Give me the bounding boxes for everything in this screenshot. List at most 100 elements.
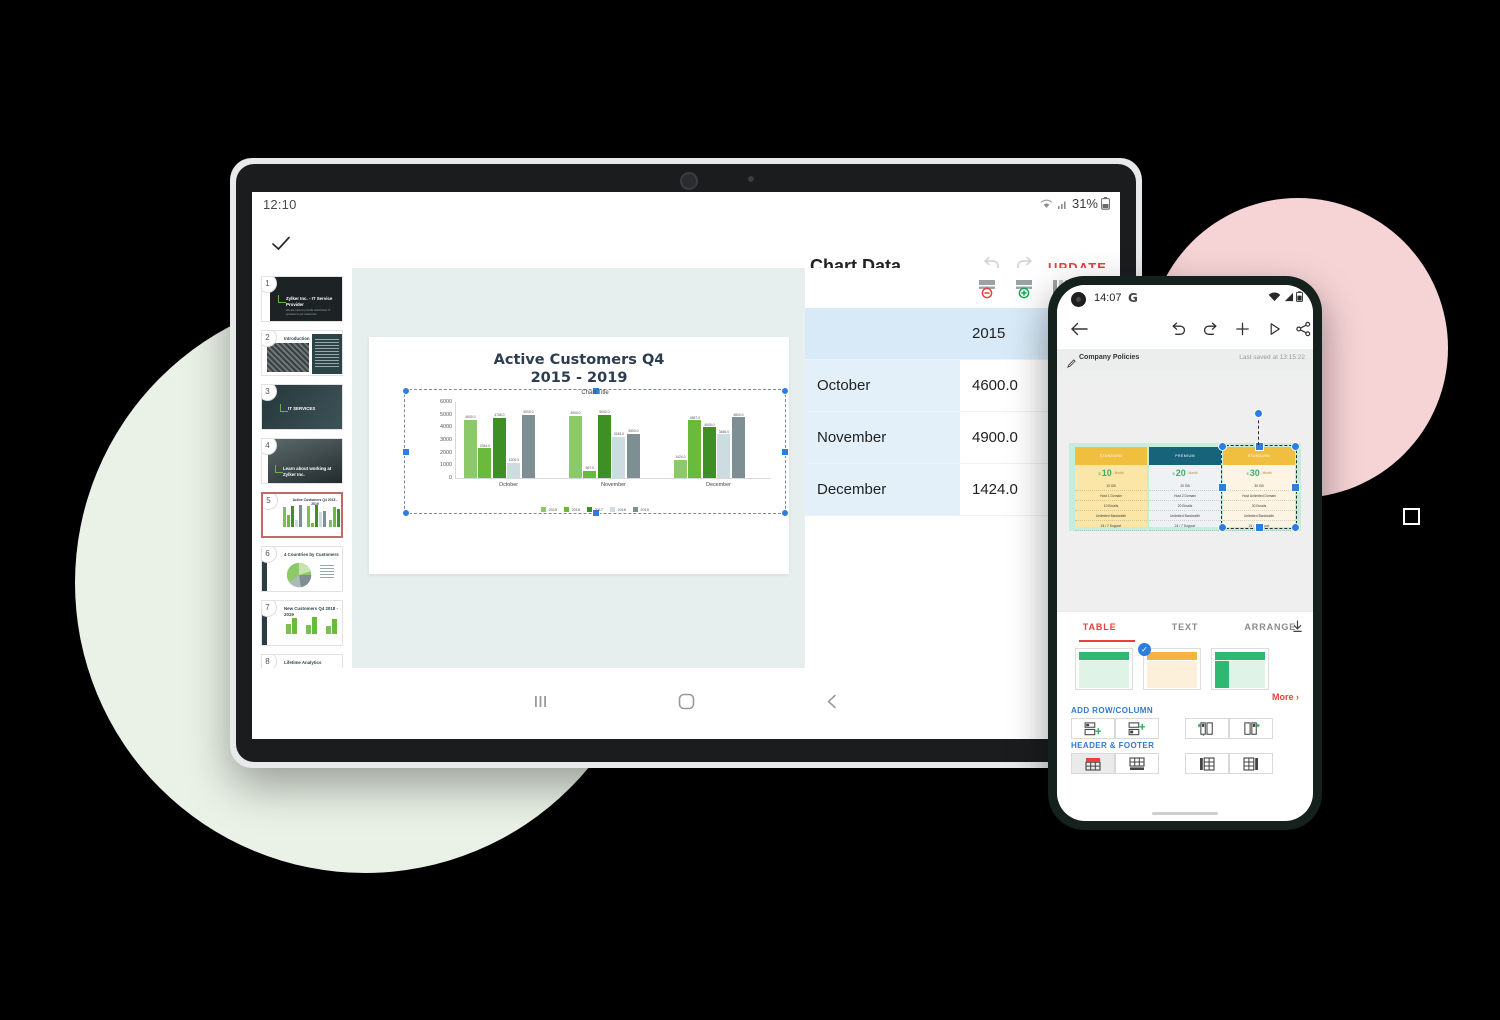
chart-bar-value-label: 2344.0 [479,443,491,448]
insert-row-above-button[interactable] [1071,718,1115,739]
confirm-button[interactable] [270,232,292,259]
insert-row-below-icon [1128,721,1145,735]
footer-column-button[interactable] [1229,753,1273,774]
phone-home-indicator[interactable] [1152,812,1218,815]
table-style-green[interactable] [1075,648,1133,690]
plus-icon [1236,322,1249,336]
delete-row-button[interactable] [976,277,998,304]
table-cell-label[interactable] [805,308,960,359]
slide-thumbnail-5[interactable]: Active Customers Q4 2015 - 2019 5 [261,492,343,538]
chart-ytick: 6000 [440,399,452,405]
phone-back-button[interactable] [1070,321,1088,342]
phone-resize-handle-tl[interactable] [1218,442,1227,451]
phone-redo-button[interactable] [1202,321,1219,342]
thumb-title: Learn about working at Zylker Inc. [283,466,332,477]
footer-column-icon [1243,756,1258,771]
phone-add-button[interactable] [1234,321,1251,342]
thumb-number: 7 [262,601,277,617]
header-row-button[interactable] [1071,753,1115,774]
pricing-column-0[interactable]: STANDARD $10- Month 10 GB Host 1 Domain 10 E… [1075,447,1147,531]
slide-thumbnail-2[interactable]: Introduction 2 [261,330,343,376]
phone-present-button[interactable] [1266,321,1283,342]
table-style-green-banded[interactable] [1211,648,1269,690]
table-cell-label[interactable]: November [805,412,960,463]
insert-column-right-button[interactable] [1229,718,1273,739]
footer-row-button[interactable] [1115,753,1159,774]
more-styles-button[interactable]: More › [1272,692,1299,702]
slide-thumbnail-4[interactable]: Learn about working at Zylker Inc. 4 [261,438,343,484]
legend-label: 2015 [548,507,558,512]
chart-bar: 4600.0 [463,415,477,478]
legend-swatch [609,507,615,512]
chart-bar: 2344.0 [478,444,492,478]
table-selection-frame[interactable] [1218,442,1300,532]
tablet-battery-percent: 31% [1071,196,1098,211]
chart-bar: 4567.0 [688,416,702,478]
table-style-gallery[interactable]: ✓ More › [1057,642,1313,704]
chart-bar-value-label: 5002.0 [599,410,610,415]
document-name[interactable]: Company Policies [1079,354,1139,361]
chart-bar: 5002.0 [597,410,611,478]
home-button[interactable] [677,692,696,716]
legend-swatch [632,507,638,512]
phone-status-bar: 14:07 G [1057,285,1313,313]
phone-slide-canvas[interactable]: STANDARD $10- Month 10 GB Host 1 Domain 10 E… [1057,371,1313,611]
add-row-column-buttons[interactable] [1057,718,1313,739]
chart-bar: 5000.0 [521,410,535,478]
phone-resize-handle-bl[interactable] [1218,523,1227,532]
bar-chart[interactable]: Chart Title 6000 5000 4000 3000 2000 1000 0 460… [409,390,781,512]
phone-resize-handle-l[interactable] [1218,483,1227,492]
rotate-handle[interactable] [1254,409,1263,418]
tablet-nav-bar [252,668,1120,739]
table-style-orange[interactable]: ✓ [1138,643,1201,690]
check-icon [272,236,290,251]
chart-xtick: December [706,482,731,488]
pricing-feature: 20 Emails [1149,501,1221,511]
legend-swatch [541,507,547,512]
phone-resize-handle-b[interactable] [1255,523,1264,532]
back-icon [827,694,836,708]
slide-canvas[interactable]: Active Customers Q4 2015 - 2019 Chart Ti… [352,268,805,668]
tab-table[interactable]: TABLE [1057,622,1142,632]
insert-row-below-button[interactable] [1115,718,1159,739]
slide-thumbnail-6[interactable]: 4 Countries by Customers 6 [261,546,343,592]
recents-button[interactable] [532,693,549,715]
legend-label: 2019 [640,507,649,512]
insert-column-left-button[interactable] [1185,718,1229,739]
slide-thumbnail-7[interactable]: New Customers Q4 2018 - 2019 7 [261,600,343,646]
share-icon [1296,321,1311,337]
header-footer-buttons[interactable] [1057,753,1313,774]
chart-bar-value-label: 4600.0 [465,415,476,420]
header-column-icon [1200,756,1215,771]
resize-handle-r[interactable] [780,448,789,456]
header-column-button[interactable] [1185,753,1229,774]
chart-bar: 4766.0 [492,413,506,478]
chart-bar: 3500.0 [626,429,640,478]
insert-row-button[interactable] [1013,277,1035,304]
phone-resize-handle-tr[interactable] [1291,442,1300,451]
phone-share-button[interactable] [1295,321,1312,342]
slide-thumbnail-8[interactable]: Lifetime Analytics 8 [261,654,343,668]
back-button[interactable] [824,693,841,715]
pricing-plan-name: STANDARD [1075,447,1147,465]
table-cell-label[interactable]: December [805,464,960,515]
collapse-panel-button[interactable] [1292,620,1303,638]
phone-resize-handle-r[interactable] [1291,483,1300,492]
phone-undo-button[interactable] [1170,321,1187,342]
resize-handle-br[interactable] [780,508,789,517]
pricing-column-1[interactable]: PREMIUM $20- Month 20 GB Host 2 Domain 20 Em… [1149,447,1221,531]
slide-thumbnail-3[interactable]: IT SERVICES 3 [261,384,343,430]
current-slide[interactable]: Active Customers Q4 2015 - 2019 Chart Ti… [369,337,789,574]
phone-resize-handle-br[interactable] [1291,523,1300,532]
chart-bar-group: 1424.0 4567.0 4000.0 3456.0 4800.0 December [673,402,763,488]
thumb-title: Zylker Inc. - IT Service Provider [286,296,333,307]
slide-thumbnail-rail[interactable]: Zylker Inc. - IT Service Provider We are… [252,268,353,668]
resize-handle-tr[interactable] [780,386,789,395]
slide-thumbnail-1[interactable]: Zylker Inc. - IT Service Provider We are… [261,276,343,322]
table-cell-label[interactable]: October [805,360,960,411]
phone-format-tabs[interactable]: TABLE TEXT ARRANGE [1057,611,1313,642]
tab-text[interactable]: TEXT [1142,622,1227,632]
wifi-icon [1268,291,1281,301]
phone-current-slide[interactable]: STANDARD $10- Month 10 GB Host 1 Domain 10 E… [1069,409,1301,532]
chart-bar-value-label: 3456.0 [718,429,730,434]
